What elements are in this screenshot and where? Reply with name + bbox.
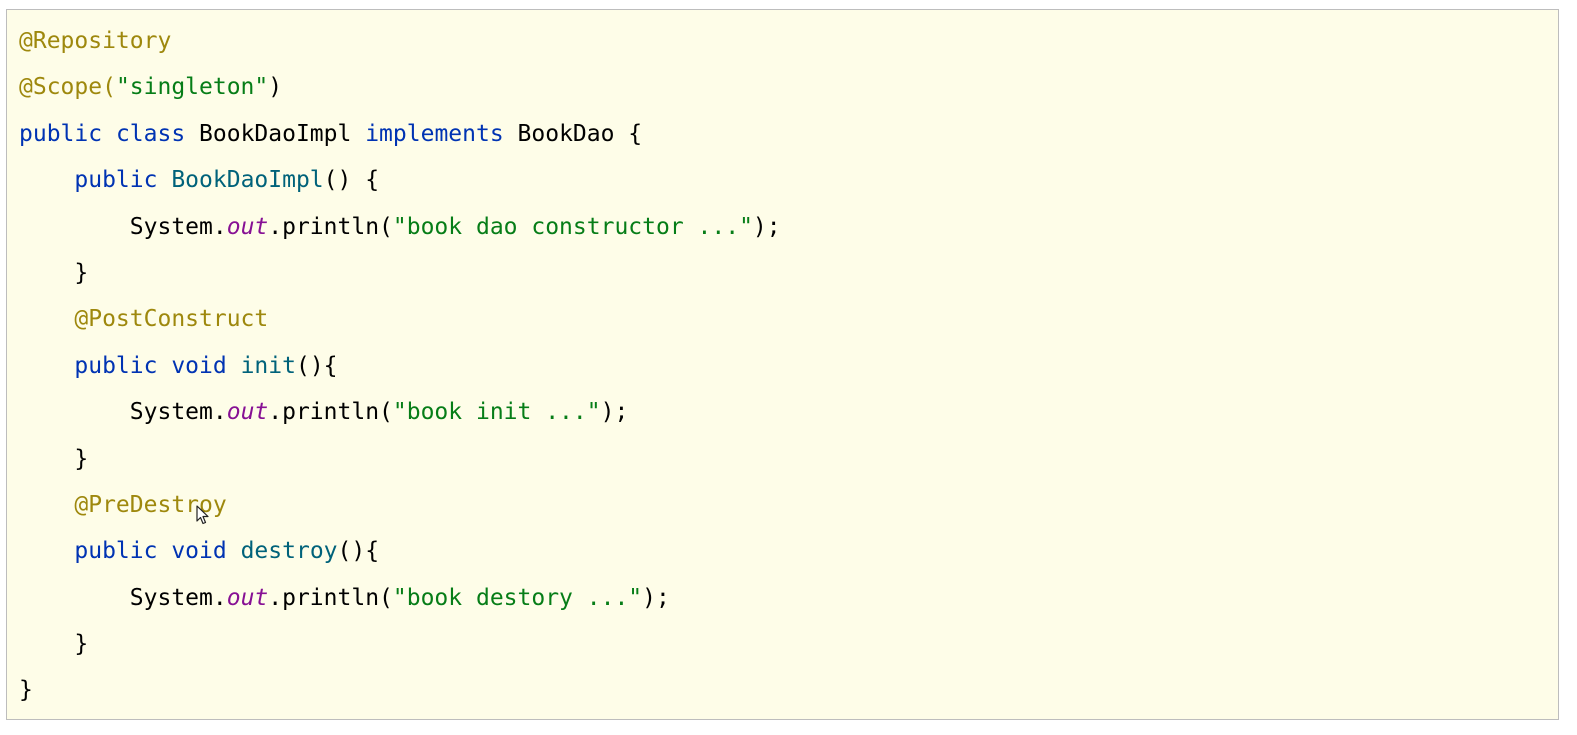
code-token: "book init ...": [392, 399, 601, 426]
code-token: );: [600, 399, 629, 426]
code-token: BookDao {: [517, 120, 643, 147]
code-line: public BookDaoImpl() {: [19, 157, 781, 203]
code-token: @Scope(: [19, 74, 116, 101]
code-token: implements: [365, 120, 518, 147]
code-token: .println(: [268, 584, 393, 611]
code-line: public void init(){: [19, 343, 781, 389]
code-token: }: [19, 445, 89, 472]
code-token: out: [226, 584, 269, 611]
code-line: }: [19, 621, 781, 667]
code-line: @PostConstruct: [19, 296, 781, 342]
code-line: public class BookDaoImpl implements Book…: [19, 111, 781, 157]
code-line: @Scope("singleton"): [19, 64, 781, 110]
code-token: }: [19, 631, 89, 658]
code-token: "book destory ...": [392, 584, 643, 611]
code-line: }: [19, 436, 781, 482]
code-token: .println(: [268, 213, 393, 240]
code-token: System.: [19, 584, 227, 611]
code-token: out: [226, 213, 269, 240]
code-token: void: [171, 538, 241, 565]
code-token: }: [19, 259, 89, 286]
code-token: BookDaoImpl: [199, 120, 366, 147]
code-token: void: [171, 352, 241, 379]
code-token: public: [74, 538, 172, 565]
code-token: public: [74, 167, 172, 194]
code-line: }: [19, 667, 781, 713]
code-block: @Repository @Scope("singleton") public cla…: [6, 9, 1559, 720]
code-line: }: [19, 250, 781, 296]
code-token: public: [19, 120, 116, 147]
code-token: System.: [19, 399, 227, 426]
code-token: @Repository: [19, 28, 172, 54]
code-token: destroy: [240, 538, 338, 565]
code-token: out: [226, 399, 269, 426]
code-token: init: [240, 352, 296, 379]
code-token: );: [642, 584, 670, 611]
code-token: }: [19, 677, 33, 704]
code-token: () {: [323, 167, 380, 194]
code-token: @PostConstruct: [74, 306, 269, 333]
code-line: public void destroy(){: [19, 528, 781, 574]
code-token: .println(: [268, 399, 393, 426]
code-token: System.: [19, 213, 227, 240]
mouse-pointer-icon: [196, 505, 209, 525]
code-token: public: [74, 352, 172, 379]
code-token: BookDaoImpl: [171, 167, 324, 194]
code-line: System.out.println("book destory ...");: [19, 575, 781, 621]
code-token: );: [752, 213, 781, 240]
code-line: @PreDestroy: [19, 482, 781, 528]
code-line: System.out.println("book init ...");: [19, 389, 781, 435]
code-token: "singleton": [115, 74, 269, 101]
code-line: System.out.println("book dao constructor…: [19, 204, 781, 250]
code-token: "book dao constructor ...": [392, 213, 753, 240]
code-token: (){: [295, 352, 338, 379]
code-token: class: [115, 120, 200, 147]
code-line: @Repository: [19, 18, 781, 64]
code-token: (){: [337, 538, 380, 565]
code-lines: @Repository @Scope("singleton") public cla…: [19, 18, 781, 714]
code-token: ): [268, 74, 283, 101]
